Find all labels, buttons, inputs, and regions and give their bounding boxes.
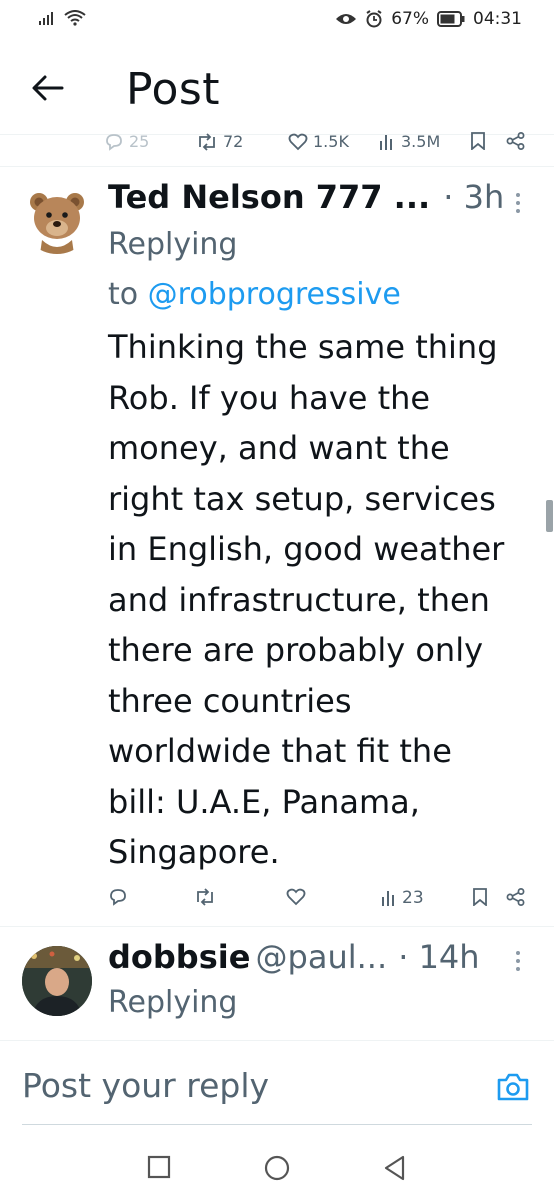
camera-button[interactable] xyxy=(496,1072,530,1106)
replying-to-word: to xyxy=(108,277,139,312)
thread-divider xyxy=(0,166,554,167)
reply-action[interactable]: 25 xyxy=(104,132,149,151)
like-count: 1.5K xyxy=(313,132,349,151)
replying-label: Replying xyxy=(108,227,238,262)
person-photo-avatar-icon xyxy=(22,946,92,1016)
share-button[interactable] xyxy=(506,132,526,150)
replying-label: Replying xyxy=(108,985,238,1020)
page-title: Post xyxy=(126,64,221,115)
body-line: and infrastructure, then xyxy=(108,580,490,619)
status-left xyxy=(38,10,86,26)
more-vertical-icon xyxy=(516,951,520,971)
repost-action[interactable] xyxy=(194,888,216,906)
wifi-icon xyxy=(64,10,86,26)
body-line: Rob. If you have the xyxy=(108,378,431,417)
compose-top-border xyxy=(0,1040,554,1041)
body-line: money, and want the xyxy=(108,429,450,467)
scrollbar-thumb[interactable] xyxy=(546,500,553,532)
recents-button[interactable] xyxy=(146,1154,172,1184)
views-icon xyxy=(380,134,392,150)
clock: 04:31 xyxy=(473,9,522,29)
signal-icon xyxy=(39,12,53,25)
reply-header: dobbsie @paul... · 14h xyxy=(108,938,518,976)
more-vertical-icon xyxy=(516,193,520,213)
back-nav-button[interactable] xyxy=(382,1154,408,1186)
more-options-button[interactable] xyxy=(515,950,521,972)
avatar[interactable] xyxy=(22,184,92,254)
author-name[interactable]: dobbsie xyxy=(108,938,250,976)
alarm-icon xyxy=(366,10,382,28)
body-line: in English, good weather xyxy=(108,530,505,568)
views-count: 3.5M xyxy=(401,132,441,151)
body-line: Singapore. xyxy=(108,833,280,871)
eye-icon xyxy=(336,14,357,24)
status-right: 67% 04:31 xyxy=(335,9,522,29)
compose-underline xyxy=(22,1124,532,1125)
reply-action[interactable] xyxy=(108,888,128,906)
bookmark-icon xyxy=(471,132,485,150)
like-action[interactable] xyxy=(286,888,306,906)
replying-to-line: to @robprogressive xyxy=(108,270,401,320)
post-time: · 3h xyxy=(443,178,505,216)
body-line: Thinking the same thing xyxy=(108,328,498,366)
body-line: bill: U.A.E, Panama, xyxy=(108,782,420,821)
reply-actions: 23 xyxy=(0,886,554,916)
views-action[interactable]: 3.5M xyxy=(378,132,440,151)
post-time: · 14h xyxy=(398,938,480,976)
like-action[interactable]: 1.5K xyxy=(288,132,349,151)
home-button[interactable] xyxy=(263,1154,291,1186)
repost-icon xyxy=(199,132,215,151)
battery-percent: 67% xyxy=(391,9,429,29)
views-icon xyxy=(382,891,394,906)
main-post-actions: 25 72 1.5K 3.5M xyxy=(0,132,554,158)
reply-icon xyxy=(110,889,126,906)
share-icon xyxy=(506,132,525,150)
repost-icon xyxy=(197,888,213,906)
triangle-back-icon xyxy=(384,1155,405,1181)
bookmark-button[interactable] xyxy=(470,132,486,150)
body-line: worldwide that fit the xyxy=(108,732,452,770)
body-line: there are probably only xyxy=(108,631,484,669)
reply-input[interactable]: Post your reply xyxy=(22,1066,269,1105)
square-icon xyxy=(147,1155,171,1179)
post-header: Post xyxy=(0,50,554,134)
heart-icon xyxy=(286,888,306,906)
battery-icon xyxy=(437,11,465,27)
heart-icon xyxy=(288,133,308,150)
reply-body: Thinking the same thing Rob. If you have… xyxy=(108,322,538,878)
bookmark-button[interactable] xyxy=(472,888,488,906)
avatar[interactable] xyxy=(22,946,92,1016)
replying-to: Replying to @robprogressive xyxy=(108,220,401,320)
author-name[interactable]: Ted Nelson 777 ... xyxy=(108,178,430,216)
share-icon xyxy=(506,888,525,906)
reply-divider xyxy=(0,926,554,927)
status-bar: 67% 04:31 xyxy=(0,0,554,42)
mention-link[interactable]: @robprogressive xyxy=(148,277,401,312)
system-nav-bar xyxy=(0,1140,554,1200)
camera-icon xyxy=(497,1073,529,1101)
arrow-left-icon xyxy=(32,75,64,101)
bookmark-icon xyxy=(473,888,487,906)
reply-count: 25 xyxy=(129,132,150,151)
teddy-bear-avatar-icon xyxy=(30,193,84,254)
body-line: three countries xyxy=(108,681,352,720)
circle-icon xyxy=(264,1155,290,1181)
back-button[interactable] xyxy=(28,68,68,108)
repost-action[interactable]: 72 xyxy=(196,132,243,151)
reply-icon xyxy=(106,133,122,151)
more-options-button[interactable] xyxy=(515,192,521,214)
reply-header: Ted Nelson 777 ... · 3h xyxy=(108,178,518,216)
share-button[interactable] xyxy=(506,888,526,906)
body-line: right tax setup, services xyxy=(108,479,496,518)
author-handle[interactable]: @paul... xyxy=(256,938,388,976)
views-count: 23 xyxy=(402,888,424,908)
repost-count: 72 xyxy=(223,132,244,151)
views-action[interactable]: 23 xyxy=(380,888,424,908)
